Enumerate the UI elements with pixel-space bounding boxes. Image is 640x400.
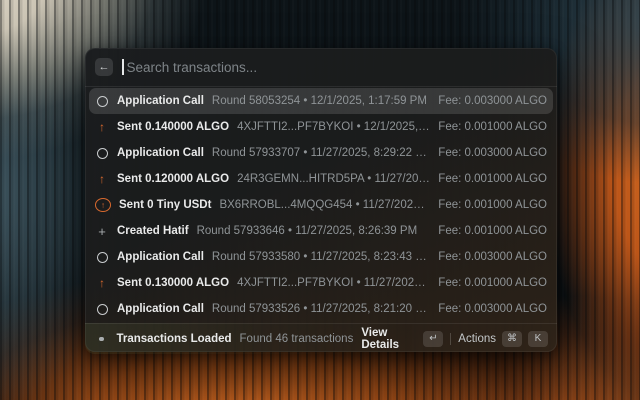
transaction-fee: Fee: 0.003000 ALGO bbox=[438, 147, 547, 159]
back-button[interactable]: ← bbox=[95, 58, 113, 76]
arrow-up-icon bbox=[95, 277, 109, 289]
transaction-fee: Fee: 0.001000 ALGO bbox=[438, 173, 547, 185]
transaction-subtitle: Round 57933646 • 11/27/2025, 8:26:39 PM bbox=[197, 225, 431, 237]
status-detail: Found 46 transactions bbox=[240, 333, 354, 345]
transaction-list: Application Call Round 58053254 • 12/1/2… bbox=[85, 87, 557, 323]
circle-icon bbox=[95, 304, 109, 315]
view-details-label: View Details bbox=[361, 327, 417, 351]
transaction-title: Created Hatif bbox=[117, 225, 189, 237]
transaction-subtitle: BX6RROBL...4MQQG454 • 11/27/2025, 8:29:1… bbox=[219, 199, 430, 211]
transaction-title: Application Call bbox=[117, 147, 204, 159]
transaction-title: Sent 0.120000 ALGO bbox=[117, 173, 229, 185]
transaction-row[interactable]: Application Call Round 57933707 • 11/27/… bbox=[89, 140, 553, 166]
command-key-icon: ⌘ bbox=[502, 331, 522, 347]
status-title: Transactions Loaded bbox=[117, 333, 232, 345]
arrow-up-circle-icon bbox=[95, 198, 111, 212]
transaction-fee: Fee: 0.003000 ALGO bbox=[438, 303, 547, 315]
status-divider bbox=[450, 333, 451, 345]
transaction-subtitle: Round 58053254 • 12/1/2025, 1:17:59 PM bbox=[212, 95, 430, 107]
transaction-title: Application Call bbox=[117, 95, 204, 107]
text-caret bbox=[122, 59, 124, 75]
transaction-fee: Fee: 0.003000 ALGO bbox=[438, 251, 547, 263]
transaction-subtitle: 24R3GEMN...HITRD5PA • 11/27/2025, 8:29:2… bbox=[237, 173, 430, 185]
transaction-row[interactable]: Sent 0.140000 ALGO 4XJFTTI2...PF7BYKOI •… bbox=[89, 114, 553, 140]
transaction-title: Sent 0 Tiny USDt bbox=[119, 199, 211, 211]
search-transactions-window: ← Application Call Round 58053254 • 12/1… bbox=[85, 48, 557, 352]
actions-button[interactable]: Actions ⌘ K bbox=[458, 331, 548, 347]
enter-key-icon: ↵ bbox=[423, 331, 443, 347]
transaction-subtitle: 4XJFTTI2...PF7BYKOI • 11/27/2025, 8:23:4… bbox=[237, 277, 430, 289]
status-actions: View Details ↵ Actions ⌘ K bbox=[361, 327, 548, 351]
transaction-subtitle: Round 57933580 • 11/27/2025, 8:23:43 PM bbox=[212, 251, 430, 263]
arrow-up-icon bbox=[95, 121, 109, 133]
transaction-title: Sent 0.130000 ALGO bbox=[117, 277, 229, 289]
transaction-title: Application Call bbox=[117, 303, 204, 315]
transaction-fee: Fee: 0.003000 ALGO bbox=[438, 95, 547, 107]
circle-icon bbox=[95, 148, 109, 159]
transaction-fee: Fee: 0.001000 ALGO bbox=[438, 277, 547, 289]
transaction-subtitle: 4XJFTTI2...PF7BYKOI • 12/1/2025, 1:17:59… bbox=[237, 121, 430, 133]
plus-icon bbox=[95, 225, 109, 238]
transaction-row[interactable]: Sent 0.120000 ALGO 24R3GEMN...HITRD5PA •… bbox=[89, 166, 553, 192]
transaction-subtitle: Round 57933526 • 11/27/2025, 8:21:20 PM bbox=[212, 303, 430, 315]
transaction-fee: Fee: 0.001000 ALGO bbox=[438, 199, 547, 211]
circle-icon bbox=[95, 252, 109, 263]
transaction-title: Application Call bbox=[117, 251, 204, 263]
transaction-subtitle: Round 57933707 • 11/27/2025, 8:29:22 PM bbox=[212, 147, 430, 159]
status-bar: Transactions Loaded Found 46 transaction… bbox=[85, 323, 557, 354]
transaction-row[interactable]: Sent 0 Tiny USDt BX6RROBL...4MQQG454 • 1… bbox=[89, 192, 553, 218]
arrow-left-icon: ← bbox=[99, 61, 110, 73]
transaction-row[interactable]: Application Call Round 57933580 • 11/27/… bbox=[89, 244, 553, 270]
arrow-up-icon bbox=[95, 173, 109, 185]
view-details-button[interactable]: View Details ↵ bbox=[361, 327, 443, 351]
circle-icon bbox=[95, 96, 109, 107]
status-dot-icon bbox=[99, 337, 104, 342]
transaction-row[interactable]: Application Call Round 58053254 • 12/1/2… bbox=[89, 88, 553, 114]
k-key-icon: K bbox=[528, 331, 548, 347]
transaction-fee: Fee: 0.001000 ALGO bbox=[438, 225, 547, 237]
transaction-row[interactable]: Created Hatif Round 57933646 • 11/27/202… bbox=[89, 218, 553, 244]
transaction-row[interactable]: Application Call Round 57933526 • 11/27/… bbox=[89, 296, 553, 322]
transaction-title: Sent 0.140000 ALGO bbox=[117, 121, 229, 133]
transaction-row[interactable]: Sent 0.130000 ALGO 4XJFTTI2...PF7BYKOI •… bbox=[89, 270, 553, 296]
search-input[interactable] bbox=[127, 60, 548, 75]
search-bar: ← bbox=[85, 48, 557, 87]
actions-label: Actions bbox=[458, 333, 496, 345]
transaction-fee: Fee: 0.001000 ALGO bbox=[438, 121, 547, 133]
